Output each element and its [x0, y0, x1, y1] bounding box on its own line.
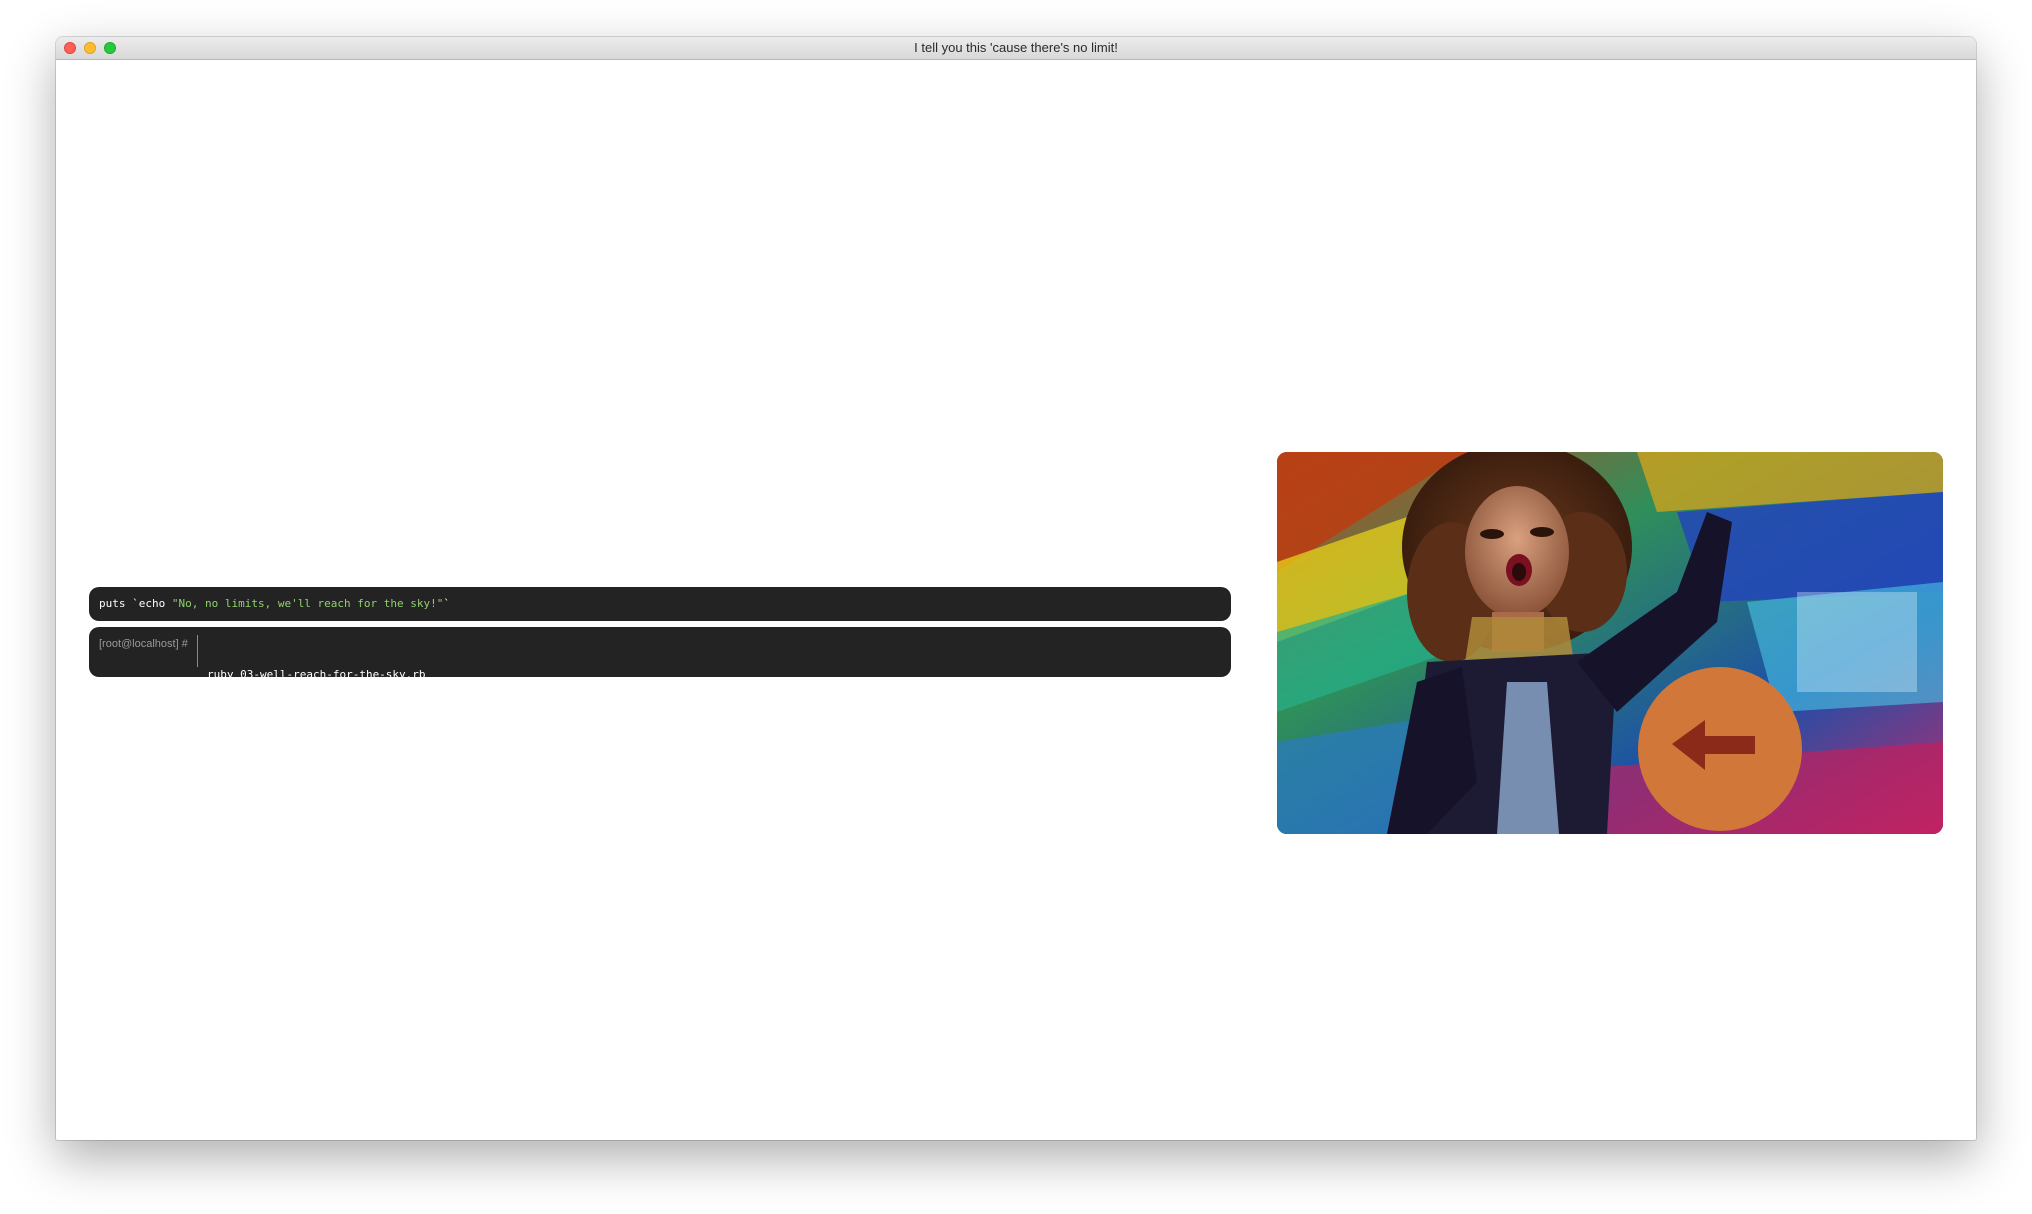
video-player[interactable]: [1277, 452, 1943, 834]
terminal-command: ruby 03-well-reach-for-the-sky.rb: [207, 668, 426, 681]
terminal-output: [root@localhost] # ruby 03-well-reach-fo…: [89, 627, 1231, 726]
terminal-lines: ruby 03-well-reach-for-the-sky.rb No, no…: [207, 637, 465, 757]
window-title: I tell you this 'cause there's no limit!: [914, 40, 1118, 55]
code-string: "No, no limits, we'll reach for the sky!…: [171, 597, 444, 610]
terminal-prompt: [root@localhost] #: [99, 638, 188, 650]
slide-content: puts `echo "No, no limits, we'll reach f…: [56, 60, 1976, 1140]
code-prefix: puts `echo: [99, 597, 172, 610]
prompt-divider: [197, 635, 198, 667]
terminal-result: No, no limits, we'll reach for the sky!: [207, 713, 466, 726]
app-window: I tell you this 'cause there's no limit!…: [56, 37, 1976, 1140]
title-bar[interactable]: I tell you this 'cause there's no limit!: [56, 37, 1976, 60]
code-suffix: `: [443, 597, 451, 610]
code-block: puts `echo "No, no limits, we'll reach f…: [89, 587, 1231, 621]
video-frame: [1277, 452, 1943, 834]
